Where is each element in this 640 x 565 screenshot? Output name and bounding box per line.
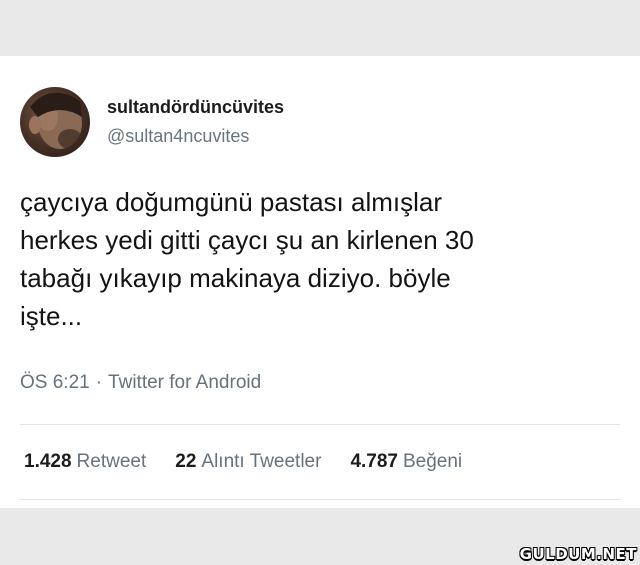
- tweet-source[interactable]: Twitter for Android: [108, 372, 261, 393]
- likes-label: Beğeni: [402, 451, 463, 472]
- quote-tweets-label: Alıntı Tweetler: [201, 451, 322, 472]
- user-handle[interactable]: @sultan4ncuvites: [107, 126, 249, 147]
- tweet-timestamp[interactable]: ÖS 6:21: [20, 372, 90, 393]
- likes-count: 4.787: [350, 451, 398, 472]
- avatar-image: [29, 92, 82, 149]
- retweet-label: Retweet: [76, 451, 147, 472]
- site-watermark: GULDUM.NET: [519, 545, 637, 563]
- retweet-count: 1.428: [24, 451, 72, 472]
- likes-stat[interactable]: 4.787 Beğeni: [350, 451, 462, 473]
- tweet-card: sultandördüncüvites @sultan4ncuvites çay…: [0, 56, 640, 508]
- quote-tweets-count: 22: [175, 451, 197, 472]
- tweet-text: çaycıya doğumgünü pastası almışlar herke…: [20, 187, 474, 331]
- user-avatar[interactable]: [20, 87, 90, 157]
- retweet-stat[interactable]: 1.428 Retweet: [24, 451, 146, 473]
- tweet-stats: 1.428 Retweet 22 Alıntı Tweetler 4.787 Beğe…: [24, 451, 462, 473]
- divider: [20, 499, 620, 500]
- quote-tweets-stat[interactable]: 22 Alıntı Tweetler: [175, 451, 321, 473]
- tweet-meta: ÖS 6:21 · Twitter for Android: [20, 372, 261, 394]
- meta-separator: ·: [95, 372, 103, 393]
- divider: [20, 424, 620, 425]
- display-name[interactable]: sultandördüncüvites: [107, 97, 284, 118]
